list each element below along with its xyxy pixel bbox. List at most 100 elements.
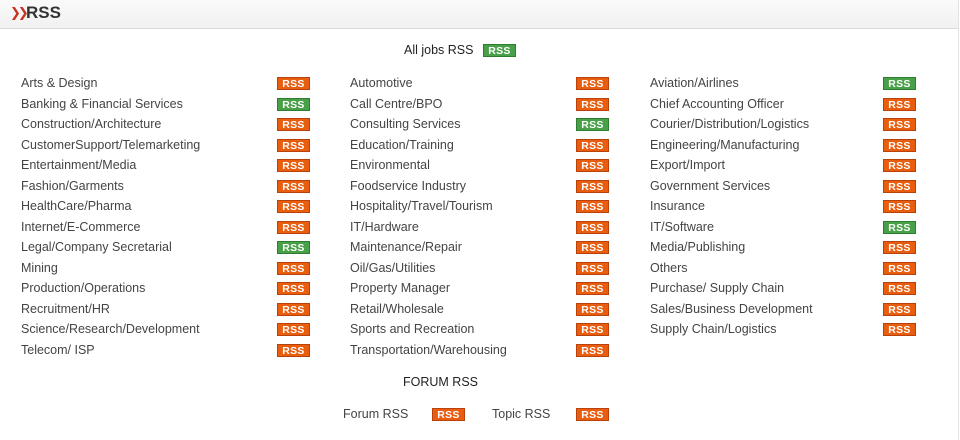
category-link[interactable]: Insurance bbox=[650, 199, 705, 213]
category-link[interactable]: Automotive bbox=[350, 76, 413, 90]
category-column-1: Arts & Design RSS Banking & Financial Serv… bbox=[21, 76, 321, 363]
category-rss-button[interactable]: RSS bbox=[883, 159, 916, 172]
category-link[interactable]: Sports and Recreation bbox=[350, 322, 474, 336]
category-link[interactable]: Education/Training bbox=[350, 138, 454, 152]
category-rss-button[interactable]: RSS bbox=[277, 241, 310, 254]
category-link[interactable]: Oil/Gas/Utilities bbox=[350, 261, 435, 275]
category-link[interactable]: Others bbox=[650, 261, 688, 275]
category-rss-button[interactable]: RSS bbox=[883, 97, 916, 111]
category-rss-button[interactable]: RSS bbox=[576, 138, 609, 152]
category-row: Insurance RSS bbox=[650, 199, 930, 220]
category-rss-button[interactable]: RSS bbox=[576, 282, 609, 295]
category-rss-button[interactable]: RSS bbox=[277, 77, 310, 90]
category-rss-button[interactable]: RSS bbox=[576, 261, 609, 275]
category-link[interactable]: Maintenance/Repair bbox=[350, 240, 462, 254]
category-rss-button[interactable]: RSS bbox=[883, 282, 916, 295]
category-rss-button[interactable]: RSS bbox=[277, 138, 310, 152]
category-row: Transportation/Warehousing RSS bbox=[350, 343, 620, 364]
category-link[interactable]: Arts & Design bbox=[21, 76, 97, 90]
category-link[interactable]: Production/Operations bbox=[21, 281, 145, 295]
category-link[interactable]: Purchase/ Supply Chain bbox=[650, 281, 784, 295]
category-rss-button[interactable]: RSS bbox=[277, 118, 310, 131]
category-link[interactable]: Construction/Architecture bbox=[21, 117, 161, 131]
category-row: Automotive RSS bbox=[350, 76, 620, 97]
category-link[interactable]: Sales/Business Development bbox=[650, 302, 813, 316]
category-link[interactable]: Courier/Distribution/Logistics bbox=[650, 117, 809, 131]
category-link[interactable]: Legal/Company Secretarial bbox=[21, 240, 172, 254]
category-link[interactable]: Supply Chain/Logistics bbox=[650, 322, 776, 336]
category-link[interactable]: Hospitality/Travel/Tourism bbox=[350, 199, 493, 213]
category-rss-button[interactable]: RSS bbox=[883, 323, 916, 336]
category-rss-button[interactable]: RSS bbox=[576, 200, 609, 213]
category-link[interactable]: Entertainment/Media bbox=[21, 158, 136, 172]
topic-rss-button[interactable]: RSS bbox=[576, 408, 609, 421]
forum-rss-button[interactable]: RSS bbox=[432, 408, 465, 421]
category-row: Education/Training RSS bbox=[350, 138, 620, 159]
category-rss-button[interactable]: RSS bbox=[576, 97, 609, 111]
category-column-3: Aviation/Airlines RSS Chief Accounting Off… bbox=[650, 76, 930, 343]
category-rss-button[interactable]: RSS bbox=[576, 241, 609, 254]
category-link[interactable]: IT/Software bbox=[650, 220, 714, 234]
category-link[interactable]: Transportation/Warehousing bbox=[350, 343, 507, 357]
category-rss-button[interactable]: RSS bbox=[883, 261, 916, 275]
category-rss-button[interactable]: RSS bbox=[576, 159, 609, 172]
category-link[interactable]: Mining bbox=[21, 261, 58, 275]
category-row: Foodservice Industry RSS bbox=[350, 179, 620, 200]
category-row: IT/Software RSS bbox=[650, 220, 930, 241]
category-link[interactable]: Call Centre/BPO bbox=[350, 97, 442, 111]
category-rss-button[interactable]: RSS bbox=[576, 302, 609, 316]
category-rss-button[interactable]: RSS bbox=[883, 200, 916, 213]
category-rss-button[interactable]: RSS bbox=[576, 118, 609, 131]
category-rss-button[interactable]: RSS bbox=[576, 343, 609, 357]
category-rss-button[interactable]: RSS bbox=[883, 302, 916, 316]
category-link[interactable]: Telecom/ ISP bbox=[21, 343, 95, 357]
category-row: HealthCare/Pharma RSS bbox=[21, 199, 321, 220]
category-link[interactable]: Chief Accounting Officer bbox=[650, 97, 784, 111]
category-row: Hospitality/Travel/Tourism RSS bbox=[350, 199, 620, 220]
category-link[interactable]: Government Services bbox=[650, 179, 770, 193]
category-row: Maintenance/Repair RSS bbox=[350, 240, 620, 261]
category-link[interactable]: Media/Publishing bbox=[650, 240, 745, 254]
category-row: Entertainment/Media RSS bbox=[21, 158, 321, 179]
category-rss-button[interactable]: RSS bbox=[277, 200, 310, 213]
category-link[interactable]: IT/Hardware bbox=[350, 220, 419, 234]
category-row: Construction/Architecture RSS bbox=[21, 117, 321, 138]
category-link[interactable]: Recruitment/HR bbox=[21, 302, 110, 316]
category-rss-button[interactable]: RSS bbox=[576, 179, 609, 193]
category-rss-button[interactable]: RSS bbox=[277, 179, 310, 193]
category-link[interactable]: Science/Research/Development bbox=[21, 322, 200, 336]
category-rss-button[interactable]: RSS bbox=[277, 343, 310, 357]
category-rss-button[interactable]: RSS bbox=[883, 179, 916, 193]
category-rss-button[interactable]: RSS bbox=[277, 302, 310, 316]
category-rss-button[interactable]: RSS bbox=[277, 261, 310, 275]
category-rss-button[interactable]: RSS bbox=[277, 159, 310, 172]
category-link[interactable]: CustomerSupport/Telemarketing bbox=[21, 138, 200, 152]
category-link[interactable]: Property Manager bbox=[350, 281, 450, 295]
category-link[interactable]: Export/Import bbox=[650, 158, 725, 172]
category-rss-button[interactable]: RSS bbox=[576, 220, 609, 234]
category-rss-button[interactable]: RSS bbox=[277, 323, 310, 336]
category-rss-button[interactable]: RSS bbox=[883, 118, 916, 131]
category-link[interactable]: HealthCare/Pharma bbox=[21, 199, 131, 213]
category-rss-button[interactable]: RSS bbox=[277, 97, 310, 111]
category-rss-button[interactable]: RSS bbox=[883, 241, 916, 254]
category-link[interactable]: Fashion/Garments bbox=[21, 179, 124, 193]
category-row: Sales/Business Development RSS bbox=[650, 302, 930, 323]
category-rss-button[interactable]: RSS bbox=[883, 77, 916, 90]
category-rss-button[interactable]: RSS bbox=[277, 220, 310, 234]
category-link[interactable]: Foodservice Industry bbox=[350, 179, 466, 193]
category-rss-button[interactable]: RSS bbox=[883, 220, 916, 234]
category-link[interactable]: Consulting Services bbox=[350, 117, 460, 131]
category-rss-button[interactable]: RSS bbox=[576, 323, 609, 336]
category-link[interactable]: Engineering/Manufacturing bbox=[650, 138, 799, 152]
category-rss-button[interactable]: RSS bbox=[277, 282, 310, 295]
category-link[interactable]: Aviation/Airlines bbox=[650, 76, 739, 90]
category-link[interactable]: Environmental bbox=[350, 158, 430, 172]
category-rss-button[interactable]: RSS bbox=[576, 77, 609, 90]
category-link[interactable]: Internet/E-Commerce bbox=[21, 220, 140, 234]
category-row: Sports and Recreation RSS bbox=[350, 322, 620, 343]
all-jobs-rss-button[interactable]: RSS bbox=[483, 44, 516, 57]
category-link[interactable]: Banking & Financial Services bbox=[21, 97, 183, 111]
category-link[interactable]: Retail/Wholesale bbox=[350, 302, 444, 316]
category-rss-button[interactable]: RSS bbox=[883, 138, 916, 152]
